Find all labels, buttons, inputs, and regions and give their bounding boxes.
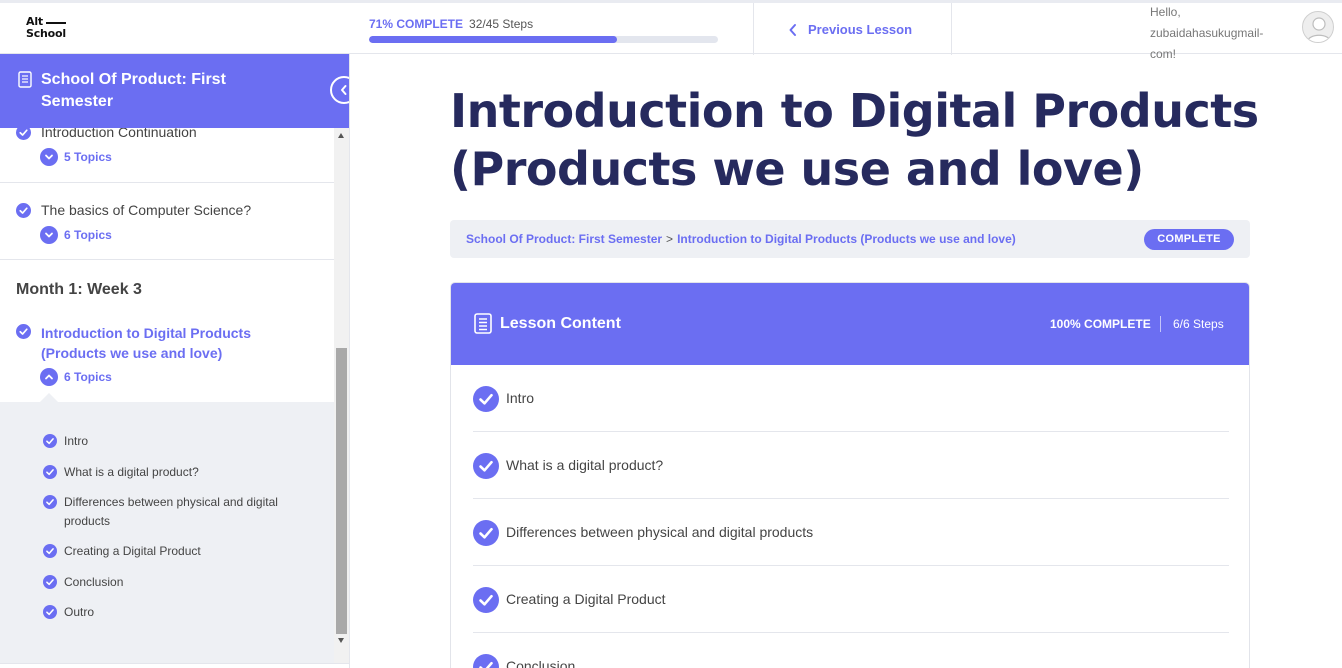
sidebar-topics-toggle[interactable]: 6 Topics	[40, 226, 112, 244]
sidebar-topics-toggle[interactable]: 5 Topics	[40, 148, 112, 166]
breadcrumb-bar: School Of Product: First Semester > Introd…	[450, 220, 1250, 258]
lesson-topic-label: Creating a Digital Product	[506, 591, 666, 607]
sidebar-course-title[interactable]: School Of Product: First Semester	[41, 69, 261, 113]
check-circle-icon	[16, 324, 31, 339]
sidebar-topics-count: 6 Topics	[64, 228, 112, 242]
check-circle-icon	[473, 587, 499, 613]
sidebar-lesson-item[interactable]: Introduction Continuation 5 Topics	[0, 128, 334, 183]
sidebar-footer-edge	[0, 663, 349, 668]
greeting-line: Hello,	[1150, 5, 1181, 19]
sidebar-lesson-name: Introduction Continuation	[41, 128, 197, 140]
breadcrumb: School Of Product: First Semester > Introd…	[466, 232, 1016, 246]
lesson-topic-row[interactable]: Conclusion	[473, 633, 1229, 668]
chevron-up-icon	[40, 368, 58, 386]
check-circle-icon	[473, 386, 499, 412]
breadcrumb-separator: >	[666, 232, 674, 246]
scroll-down-arrow[interactable]	[338, 638, 344, 643]
status-badge: COMPLETE	[1144, 229, 1234, 250]
check-circle-icon	[43, 605, 57, 619]
previous-lesson-label: Previous Lesson	[808, 22, 913, 37]
sidebar-lesson-name: The basics of Computer Science?	[41, 202, 252, 218]
chevron-left-icon	[789, 23, 796, 36]
progress-steps: 32/45 Steps	[469, 17, 534, 31]
lesson-topic-row[interactable]: Creating a Digital Product	[473, 566, 1229, 633]
sidebar-topics-count: 5 Topics	[64, 150, 112, 164]
sidebar-lesson-list: Introduction Continuation 5 Topics The b…	[0, 128, 334, 668]
page-title: Introduction to Digital Products (Produc…	[450, 84, 1259, 196]
lesson-topic-row[interactable]: Intro	[473, 365, 1229, 432]
check-circle-icon	[43, 434, 57, 448]
breadcrumb-course-link[interactable]: School Of Product: First Semester	[466, 232, 662, 246]
lesson-topic-label: What is a digital product?	[506, 457, 664, 473]
check-circle-icon	[43, 495, 57, 509]
previous-lesson-link[interactable]: Previous Lesson	[788, 22, 912, 37]
progress-bar-track	[369, 36, 718, 43]
logo-line-2: School	[26, 27, 66, 40]
course-progress: 71% COMPLETE 32/45 Steps	[369, 16, 719, 43]
lesson-topic-label: Intro	[506, 390, 535, 406]
sidebar-active-lesson[interactable]: Introduction to Digital Products (Produc…	[41, 323, 281, 363]
course-sidebar: School Of Product: First Semester Introd…	[0, 54, 350, 668]
sidebar-scrollbar[interactable]	[334, 128, 349, 668]
chevron-down-icon	[40, 148, 58, 166]
check-circle-icon	[43, 575, 57, 589]
lesson-content-percent: 100% COMPLETE	[1050, 317, 1151, 331]
header-divider	[753, 3, 754, 55]
check-circle-icon	[43, 465, 57, 479]
sidebar-topic-label: Creating a Digital Product	[64, 544, 201, 558]
lesson-content-title: Lesson Content	[500, 315, 621, 332]
check-circle-icon	[16, 128, 31, 140]
breadcrumb-lesson-link[interactable]: Introduction to Digital Products (Produc…	[677, 232, 1016, 246]
sidebar-topic-label: Intro	[64, 434, 89, 448]
sidebar-topic-label: Outro	[64, 605, 95, 619]
course-progress-text: 71% COMPLETE 32/45 Steps	[369, 16, 719, 32]
lesson-topic-label: Differences between physical and digital…	[506, 524, 814, 540]
greeting-line: zubaidahasukugmail-	[1150, 26, 1264, 40]
greeting-line: com!	[1150, 47, 1177, 61]
progress-percent: 71% COMPLETE	[369, 17, 464, 31]
chevron-down-icon	[40, 226, 58, 244]
document-icon	[474, 313, 492, 334]
lesson-content-card: Lesson Content 100% COMPLETE 6/6 Steps I…	[450, 282, 1250, 668]
document-icon	[18, 71, 32, 88]
check-circle-icon	[16, 203, 31, 218]
lesson-topic-row[interactable]: What is a digital product?	[473, 432, 1229, 499]
lesson-topic-label: Conclusion	[506, 658, 576, 668]
lesson-content-header: Lesson Content 100% COMPLETE 6/6 Steps	[451, 283, 1249, 365]
sidebar-topic-label: What is a digital product?	[64, 465, 199, 479]
lesson-content-steps: 6/6 Steps	[1173, 317, 1224, 331]
topic-list-notch	[40, 393, 58, 402]
check-circle-icon	[43, 544, 57, 558]
sidebar-lesson-item[interactable]: The basics of Computer Science? 6 Topics	[0, 183, 334, 260]
sidebar-topic-label: Differences between physical and digital…	[64, 495, 278, 528]
header-divider	[1160, 316, 1161, 332]
check-circle-icon	[473, 453, 499, 479]
scroll-up-arrow[interactable]	[338, 133, 344, 138]
sidebar-header: School Of Product: First Semester	[0, 54, 349, 128]
altschool-logo[interactable]: Alt School	[26, 16, 76, 44]
avatar[interactable]	[1302, 11, 1334, 43]
check-circle-icon	[473, 520, 499, 546]
scrollbar-thumb[interactable]	[336, 348, 347, 634]
user-avatar-icon	[1306, 17, 1332, 42]
user-greeting[interactable]: Hello, zubaidahasukugmail- com!	[1150, 2, 1280, 65]
sidebar-topics-count: 6 Topics	[64, 370, 112, 384]
lesson-topic-row[interactable]: Differences between physical and digital…	[473, 499, 1229, 566]
top-bar: Alt School 71% COMPLETE 32/45 Steps Previ…	[0, 0, 1342, 61]
sidebar-topic-list: Intro What is a digital product? Differe…	[0, 393, 334, 668]
progress-bar-fill	[369, 36, 617, 43]
logo-bar	[46, 22, 66, 24]
sidebar-topic-label: Conclusion	[64, 575, 124, 589]
sidebar-topics-toggle[interactable]: 6 Topics	[40, 368, 112, 386]
chevron-left-icon	[341, 85, 347, 95]
check-circle-icon	[473, 654, 499, 668]
header-divider	[951, 3, 952, 55]
collapse-sidebar-button[interactable]	[330, 76, 349, 104]
week-heading: Month 1: Week 3	[16, 281, 142, 298]
